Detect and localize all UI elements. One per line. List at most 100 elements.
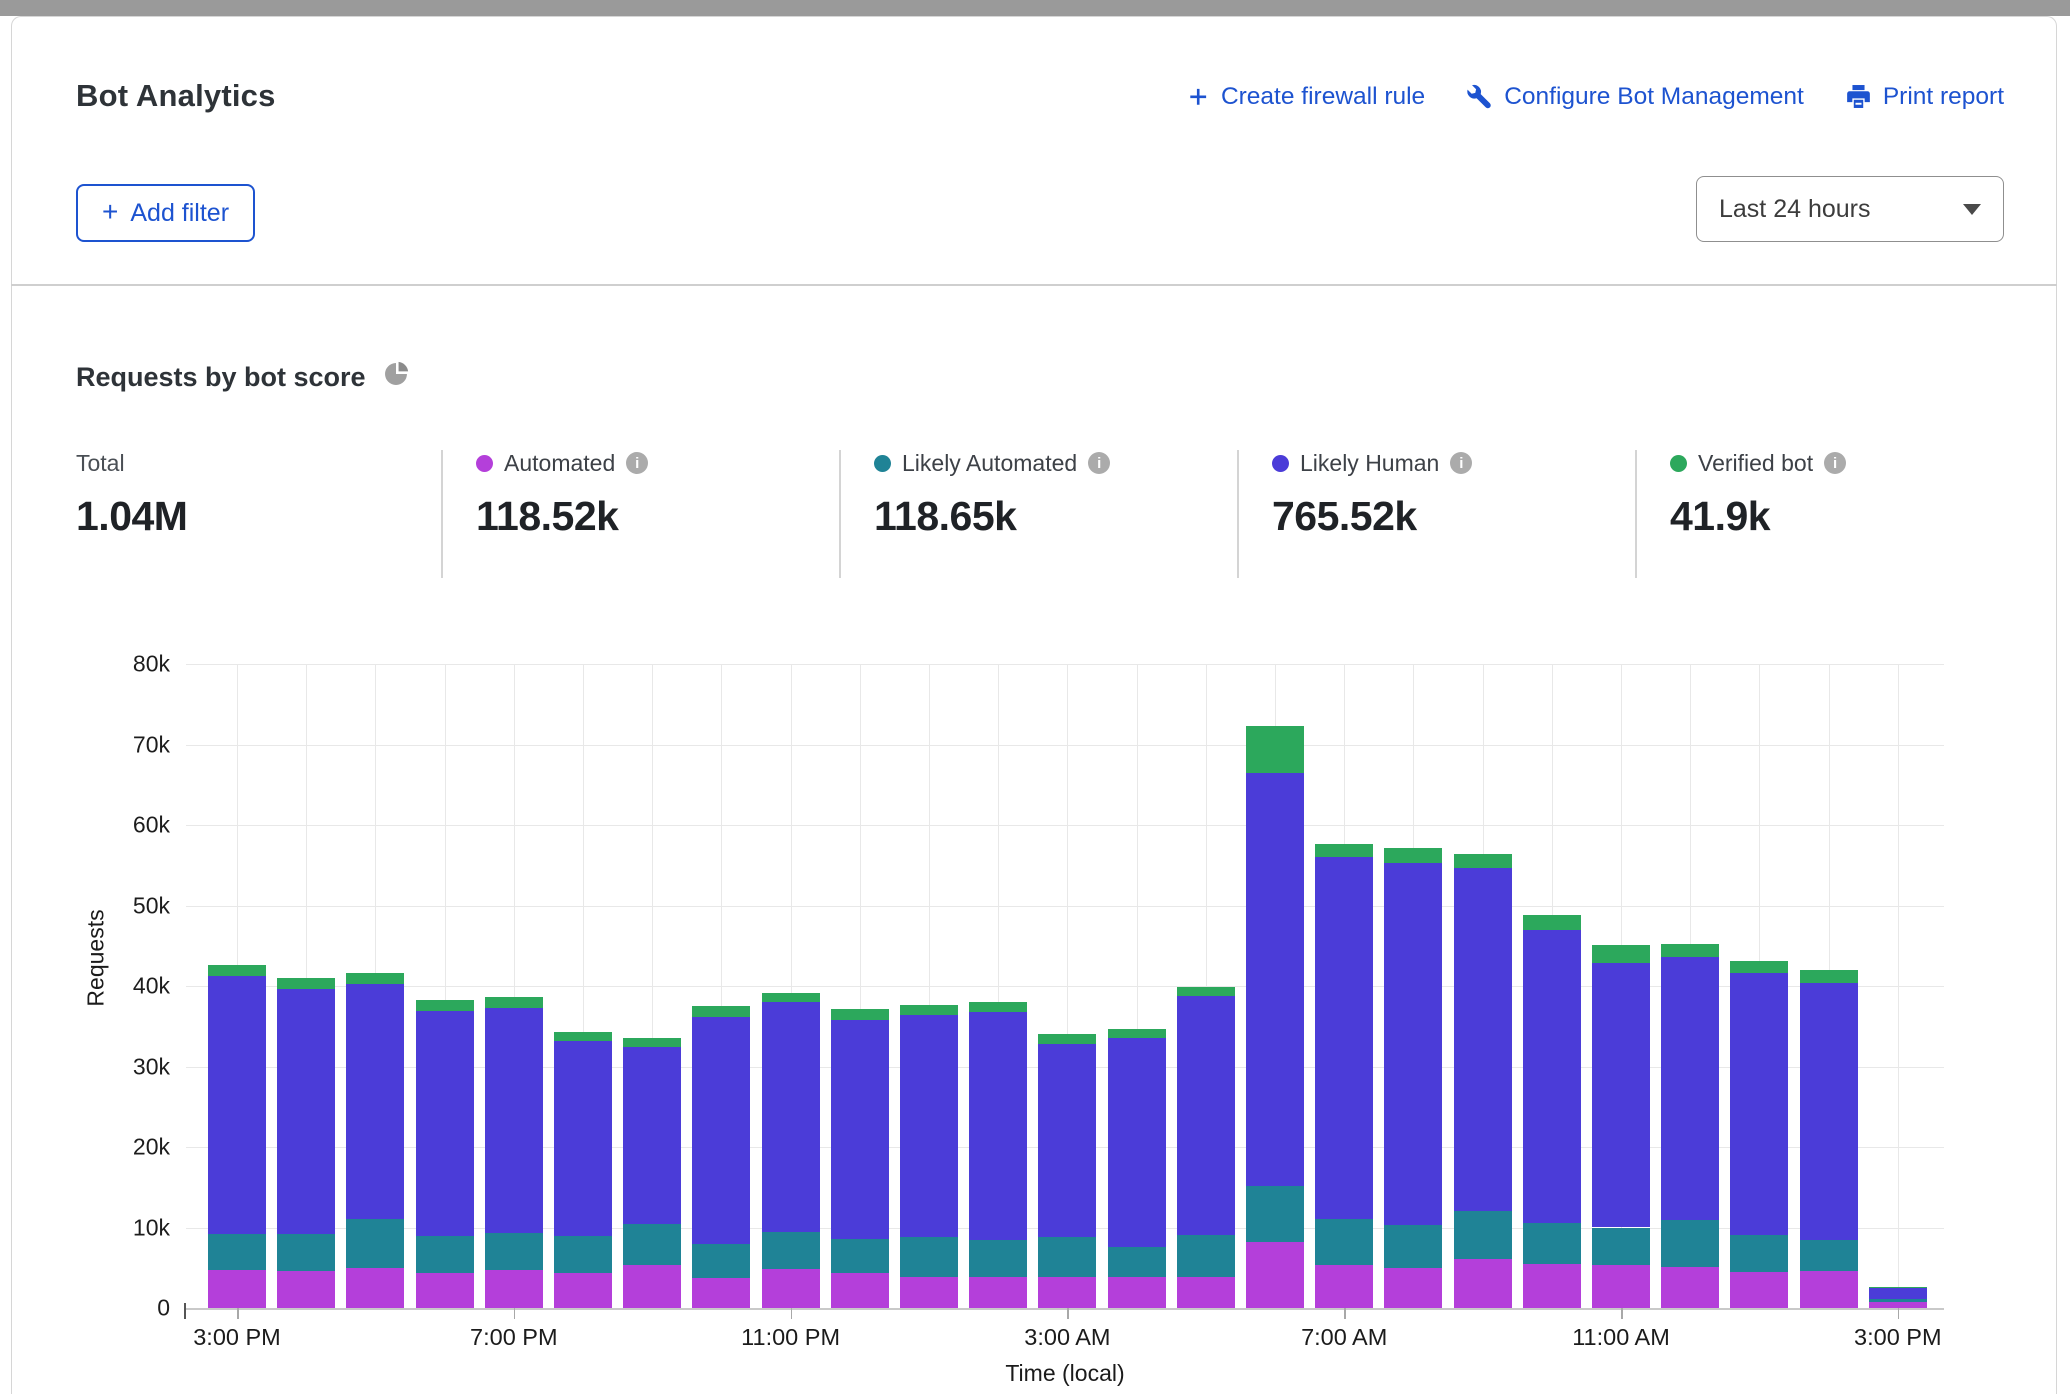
bar-600am-likely-human[interactable] [1246,773,1304,1186]
bar-1100pm-automated[interactable] [762,1269,820,1308]
bar-900am-likely-human[interactable] [1454,868,1512,1211]
bar-1200pm-automated[interactable] [1661,1267,1719,1308]
bar-400am-likely-automated[interactable] [1108,1247,1166,1278]
bar-700pm-likely-automated[interactable] [485,1233,543,1270]
bar-1000pm-verified-bot[interactable] [692,1006,750,1016]
info-icon[interactable]: i [1088,452,1110,474]
bar-100pm-automated[interactable] [1730,1272,1788,1308]
bar-500am-verified-bot[interactable] [1177,987,1235,996]
bar-1000pm-automated[interactable] [692,1278,750,1308]
bar-1000am-automated[interactable] [1523,1264,1581,1308]
bar-900pm-verified-bot[interactable] [623,1038,681,1047]
configure-bot-management-link[interactable]: Configure Bot Management [1465,82,1804,111]
bar-300pm-likely-human[interactable] [1869,1288,1927,1299]
bar-100am-automated[interactable] [900,1277,958,1308]
bar-200pm-likely-human[interactable] [1800,983,1858,1240]
bar-900am-automated[interactable] [1454,1259,1512,1308]
bar-700am-verified-bot[interactable] [1315,844,1373,858]
bar-300am-likely-human[interactable] [1038,1044,1096,1237]
bar-100pm-verified-bot[interactable] [1730,961,1788,973]
bar-900pm-likely-human[interactable] [623,1047,681,1224]
bar-300am-automated[interactable] [1038,1277,1096,1308]
bar-600am-automated[interactable] [1246,1242,1304,1308]
bar-200am-likely-human[interactable] [969,1012,1027,1240]
bar-1200pm-verified-bot[interactable] [1661,944,1719,957]
bar-800pm-automated[interactable] [554,1273,612,1308]
bar-300pm-verified-bot[interactable] [208,965,266,975]
bar-300am-verified-bot[interactable] [1038,1034,1096,1044]
bar-500pm-automated[interactable] [346,1268,404,1308]
bar-1200pm-likely-automated[interactable] [1661,1220,1719,1267]
bar-100am-likely-automated[interactable] [900,1237,958,1276]
bar-200am-automated[interactable] [969,1277,1027,1308]
bar-1100am-likely-automated[interactable] [1592,1228,1650,1266]
time-range-select[interactable]: Last 24 hours [1696,176,2004,242]
info-icon[interactable]: i [1824,452,1846,474]
bar-300pm-automated[interactable] [1869,1302,1927,1308]
bar-1100am-likely-human[interactable] [1592,963,1650,1228]
bar-800am-likely-human[interactable] [1384,863,1442,1225]
bar-500pm-likely-automated[interactable] [346,1219,404,1267]
bar-1200am-automated[interactable] [831,1273,889,1308]
bar-500am-likely-automated[interactable] [1177,1235,1235,1277]
bar-900am-likely-automated[interactable] [1454,1211,1512,1258]
bar-1100am-automated[interactable] [1592,1265,1650,1308]
bar-500am-automated[interactable] [1177,1277,1235,1308]
create-firewall-rule-link[interactable]: Create firewall rule [1185,83,1425,111]
bar-1000am-likely-automated[interactable] [1523,1223,1581,1263]
bar-800pm-likely-human[interactable] [554,1041,612,1236]
bar-1100pm-verified-bot[interactable] [762,993,820,1002]
bar-1100pm-likely-human[interactable] [762,1002,820,1232]
bar-600pm-likely-human[interactable] [416,1011,474,1236]
bar-200pm-automated[interactable] [1800,1271,1858,1308]
bar-500am-likely-human[interactable] [1177,996,1235,1235]
bar-1200am-likely-human[interactable] [831,1020,889,1239]
bar-300pm-likely-automated[interactable] [1869,1299,1927,1302]
bar-300pm-verified-bot[interactable] [1869,1287,1927,1288]
bar-700pm-automated[interactable] [485,1270,543,1308]
bar-200pm-verified-bot[interactable] [1800,970,1858,983]
bar-100am-verified-bot[interactable] [900,1005,958,1015]
bar-400pm-likely-human[interactable] [277,989,335,1234]
info-icon[interactable]: i [1450,452,1472,474]
bar-100pm-likely-automated[interactable] [1730,1235,1788,1272]
bar-500pm-verified-bot[interactable] [346,973,404,984]
bar-600pm-likely-automated[interactable] [416,1236,474,1273]
bar-300pm-likely-human[interactable] [208,976,266,1234]
bar-500pm-likely-human[interactable] [346,984,404,1219]
bar-700am-likely-automated[interactable] [1315,1219,1373,1266]
bar-700am-likely-human[interactable] [1315,857,1373,1218]
bar-400am-likely-human[interactable] [1108,1038,1166,1247]
bar-800am-automated[interactable] [1384,1268,1442,1308]
bar-100pm-likely-human[interactable] [1730,973,1788,1235]
bar-400pm-verified-bot[interactable] [277,978,335,989]
add-filter-button[interactable]: + Add filter [76,184,255,242]
bar-400pm-automated[interactable] [277,1271,335,1308]
info-icon[interactable]: i [626,452,648,474]
bar-800pm-likely-automated[interactable] [554,1236,612,1273]
bar-600pm-verified-bot[interactable] [416,1000,474,1011]
bar-900pm-automated[interactable] [623,1265,681,1308]
bar-1100pm-likely-automated[interactable] [762,1232,820,1269]
bar-1000am-likely-human[interactable] [1523,930,1581,1224]
bar-800am-verified-bot[interactable] [1384,848,1442,863]
bar-600am-verified-bot[interactable] [1246,726,1304,773]
bar-600am-likely-automated[interactable] [1246,1186,1304,1242]
bar-600pm-automated[interactable] [416,1273,474,1308]
bar-700pm-likely-human[interactable] [485,1008,543,1233]
bar-200pm-likely-automated[interactable] [1800,1240,1858,1271]
bar-700am-automated[interactable] [1315,1265,1373,1308]
bar-700pm-verified-bot[interactable] [485,997,543,1007]
print-report-link[interactable]: Print report [1844,82,2004,111]
bar-1000pm-likely-automated[interactable] [692,1244,750,1278]
bar-400am-automated[interactable] [1108,1277,1166,1308]
bar-1000pm-likely-human[interactable] [692,1017,750,1245]
bar-300pm-automated[interactable] [208,1270,266,1308]
bar-1200am-verified-bot[interactable] [831,1009,889,1019]
bar-200am-likely-automated[interactable] [969,1240,1027,1277]
bar-800am-likely-automated[interactable] [1384,1225,1442,1268]
bar-400pm-likely-automated[interactable] [277,1234,335,1271]
bar-1000am-verified-bot[interactable] [1523,915,1581,929]
bar-900pm-likely-automated[interactable] [623,1224,681,1265]
bar-900am-verified-bot[interactable] [1454,854,1512,868]
